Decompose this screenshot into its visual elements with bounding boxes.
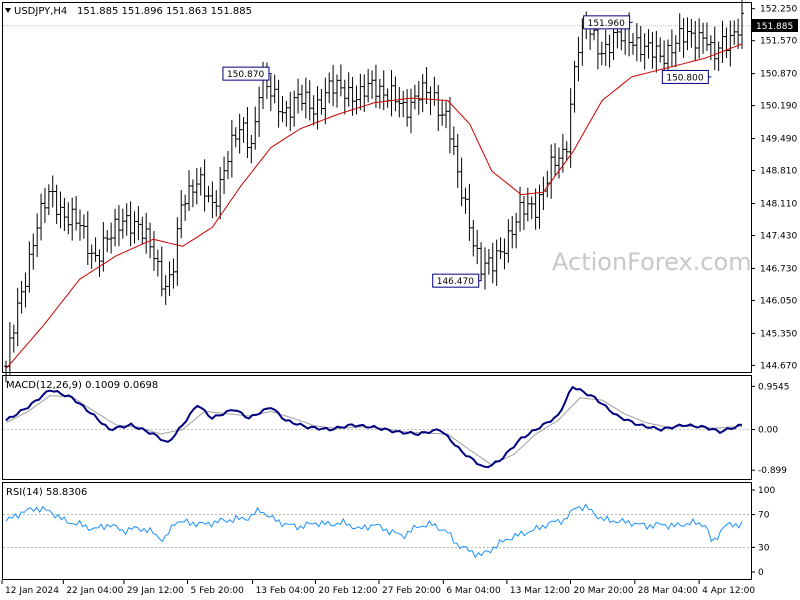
rsi-panel (2, 482, 752, 580)
y-tick-label: 149.490 (760, 135, 797, 145)
chart-canvas: ActionForex.com 150.870 146.470 151.960 150… (1, 0, 798, 596)
rsi-tick-label: 30 (758, 543, 770, 553)
callout-label: 151.960 (588, 19, 625, 29)
y-tick-label: 147.430 (760, 231, 797, 241)
y-tick-label: 148.110 (760, 199, 797, 209)
price-callout: 146.470 (432, 273, 482, 288)
callout-label: 146.470 (437, 277, 474, 287)
x-tick-label: 27 Feb 20:00 (382, 586, 441, 596)
price-callout: 151.960 (583, 15, 633, 30)
price-y-axis: 152.250 151.570 150.870 150.190 149.490 148.8… (751, 5, 797, 371)
y-tick-label: 145.350 (760, 329, 797, 339)
rsi-tick-label: 100 (758, 486, 775, 496)
y-tick-label: 144.670 (760, 361, 797, 371)
x-tick-label: 6 Mar 04:00 (446, 586, 501, 596)
y-tick-label: 150.870 (760, 70, 797, 80)
price-panel (2, 2, 752, 373)
x-tick-label: 28 Mar 04:00 (638, 586, 698, 596)
callout-label: 150.800 (666, 73, 703, 83)
price-callout: 150.800 (661, 69, 712, 84)
time-axis: 12 Jan 2024 22 Jan 04:00 29 Jan 12:00 5 Feb… (1, 580, 755, 596)
rsi-tick-label: 0 (758, 568, 764, 578)
y-tick-label: 148.810 (760, 167, 797, 177)
y-tick-label: 150.190 (760, 102, 797, 112)
y-tick-label: 151.570 (760, 37, 797, 47)
ohlc-values: 151.885 151.896 151.863 151.885 (77, 6, 252, 17)
y-tick-label: 152.250 (760, 5, 797, 15)
y-tick-label: 146.050 (760, 296, 797, 306)
rsi-tick-label: 70 (758, 511, 770, 521)
x-tick-label: 13 Feb 04:00 (256, 586, 315, 596)
x-tick-label: 20 Mar 20:00 (573, 586, 633, 596)
price-callout: 150.870 (222, 66, 272, 81)
x-tick-label: 12 Jan 2024 (5, 586, 59, 596)
watermark: ActionForex.com (552, 248, 752, 276)
macd-tick-label: -0.899 (758, 466, 787, 476)
rsi-title: RSI(14) 58.8306 (6, 487, 87, 498)
current-price-value: 151.885 (756, 22, 793, 32)
symbol-label: USDJPY,H4 (14, 6, 67, 17)
x-tick-label: 4 Apr 12:00 (702, 586, 755, 596)
macd-tick-label: 0.00 (758, 426, 778, 436)
x-tick-label: 22 Jan 04:00 (66, 586, 123, 596)
x-tick-label: 5 Feb 20:00 (191, 586, 245, 596)
x-tick-label: 20 Feb 12:00 (318, 586, 377, 596)
callout-label: 150.870 (227, 70, 264, 80)
x-tick-label: 13 Mar 12:00 (510, 586, 570, 596)
macd-title: MACD(12,26,9) 0.1009 0.0698 (6, 380, 158, 391)
macd-y-axis: 0.9545 0.00 -0.899 (751, 382, 790, 476)
x-tick-label: 29 Jan 12:00 (127, 586, 184, 596)
y-tick-label: 146.730 (760, 264, 797, 274)
rsi-y-axis: 100 70 30 0 (751, 486, 775, 578)
macd-tick-label: 0.9545 (758, 382, 790, 392)
